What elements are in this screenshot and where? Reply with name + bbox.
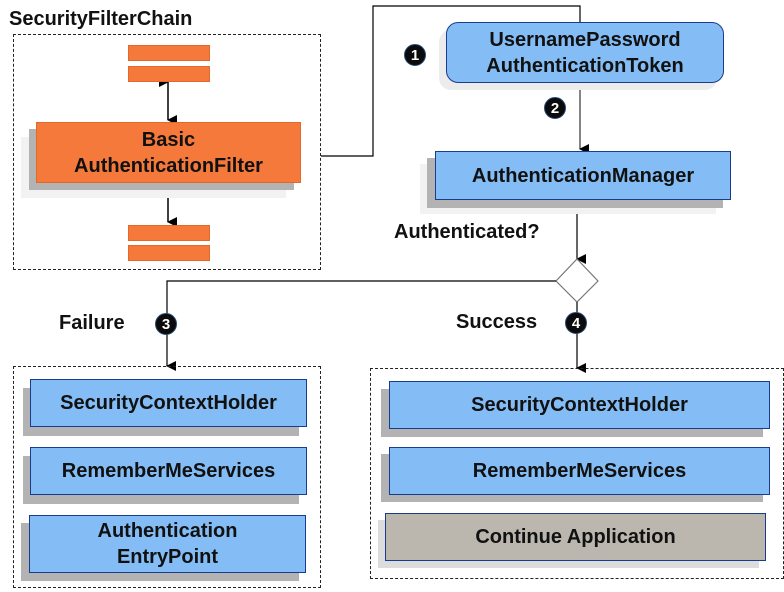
entry-point-line-1: Authentication xyxy=(97,520,238,542)
step-2-badge: 2 xyxy=(544,97,566,119)
username-password-authentication-token[interactable]: UsernamePassword AuthenticationToken xyxy=(446,22,724,83)
authenticated-question: Authenticated? xyxy=(394,221,540,243)
success-security-context-holder[interactable]: SecurityContextHolder xyxy=(389,381,770,429)
basic-authentication-filter[interactable]: Basic AuthenticationFilter xyxy=(36,122,301,183)
step-1-badge: 1 xyxy=(404,44,426,66)
failure-security-context-holder[interactable]: SecurityContextHolder xyxy=(30,379,307,427)
token-line-2: AuthenticationToken xyxy=(486,54,684,77)
authentication-manager[interactable]: AuthenticationManager xyxy=(435,151,731,200)
token-line-1: UsernamePassword xyxy=(489,28,681,51)
entry-point-line-2: EntryPoint xyxy=(116,546,219,568)
filter-block xyxy=(128,245,210,261)
step-4-badge: 4 xyxy=(565,312,587,334)
authentication-entry-point[interactable]: Authentication EntryPoint xyxy=(29,515,306,573)
filter-chain-title: SecurityFilterChain xyxy=(9,8,193,30)
filter-block xyxy=(128,66,210,82)
failure-label: Failure xyxy=(59,312,125,334)
failure-remember-me-services[interactable]: RememberMeServices xyxy=(30,447,307,495)
success-remember-me-services[interactable]: RememberMeServices xyxy=(389,447,770,495)
decision-diamond xyxy=(555,258,599,303)
success-label: Success xyxy=(456,311,538,333)
filter-block xyxy=(128,45,210,61)
step-3-badge: 3 xyxy=(155,313,177,335)
filter-block xyxy=(128,225,210,241)
continue-application[interactable]: Continue Application xyxy=(385,513,766,561)
